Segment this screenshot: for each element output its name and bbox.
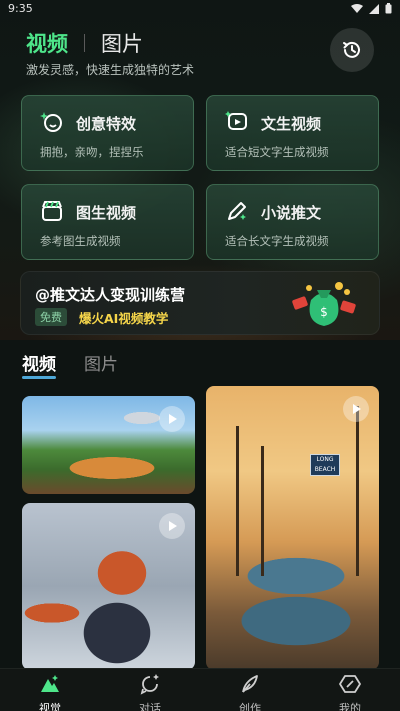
feature-title: 文生视频 <box>261 115 322 133</box>
money-bag-illustration: $ <box>292 282 356 326</box>
header-subtitle: 激发灵感，快速生成独特的艺术 <box>26 63 195 77</box>
gallery-item-car-video[interactable]: LONG BEACH <box>206 386 379 670</box>
status-time: 9:35 <box>8 2 33 15</box>
feature-desc: 拥抱，亲吻，捏捏乐 <box>40 145 144 159</box>
nav-label: 我的 <box>339 702 361 711</box>
wifi-icon <box>351 3 363 13</box>
gallery-item-red-panda-video[interactable] <box>22 503 195 670</box>
nav-item-chat[interactable]: 对话 <box>120 673 180 711</box>
feature-title: 图生视频 <box>76 204 137 222</box>
history-button[interactable] <box>330 28 374 72</box>
palm-tree <box>236 426 239 576</box>
palm-tree <box>261 446 264 576</box>
feature-desc: 适合长文字生成视频 <box>225 234 329 248</box>
play-icon[interactable] <box>159 406 185 432</box>
feature-card-text-to-video[interactable]: 文生视频 适合短文字生成视频 <box>206 95 379 171</box>
active-tab-indicator <box>22 376 56 379</box>
utility-pole <box>356 406 359 576</box>
feature-card-creative-effects[interactable]: 创意特效 拥抱，亲吻，捏捏乐 <box>21 95 194 171</box>
content-tabs: 视频 图片 <box>22 350 118 375</box>
feature-card-novel-tweet[interactable]: 小说推文 适合长文字生成视频 <box>206 184 379 260</box>
nav-item-vision[interactable]: 视觉 <box>20 673 80 711</box>
promo-banner[interactable]: @推文达人变现训练营 免费 爆火AI视频教学 $ <box>20 271 380 335</box>
tab-image[interactable]: 图片 <box>101 28 143 58</box>
long-beach-sign: LONG BEACH <box>310 454 340 476</box>
chat-sparkle-icon <box>140 674 159 695</box>
feather-icon <box>242 675 258 693</box>
nav-label: 对话 <box>139 702 161 711</box>
content-tab-video[interactable]: 视频 <box>22 350 56 375</box>
banner-title: @推文达人变现训练营 <box>35 286 186 304</box>
text-video-icon <box>225 111 247 130</box>
history-icon <box>343 41 360 58</box>
feature-desc: 参考图生成视频 <box>40 234 121 248</box>
status-icons <box>351 3 392 14</box>
feature-desc: 适合短文字生成视频 <box>225 145 329 159</box>
banner-subtitle: 爆火AI视频教学 <box>79 311 169 326</box>
hexagon-icon <box>339 675 361 693</box>
content-tab-image[interactable]: 图片 <box>84 350 118 375</box>
feature-title: 创意特效 <box>76 115 137 133</box>
nav-label: 视觉 <box>39 702 61 711</box>
pen-sparkle-icon <box>228 202 246 220</box>
nav-item-profile[interactable]: 我的 <box>320 673 380 711</box>
banner-badge: 免费 <box>35 308 67 326</box>
sparkle-face-icon <box>40 112 62 132</box>
status-bar: 9:35 <box>0 0 400 18</box>
svg-text:$: $ <box>320 305 328 319</box>
tab-video[interactable]: 视频 <box>26 28 68 58</box>
feature-title: 小说推文 <box>261 204 322 222</box>
nav-item-create[interactable]: 创作 <box>220 673 280 711</box>
bottom-navigation: 视觉 对话 创作 我的 <box>0 668 400 711</box>
clapboard-icon <box>42 201 62 221</box>
tab-divider <box>84 34 85 52</box>
header-tabs: 视频 图片 <box>26 28 143 58</box>
feature-card-image-to-video[interactable]: 图生视频 参考图生成视频 <box>21 184 194 260</box>
nav-label: 创作 <box>239 702 261 711</box>
gallery-item-pizza-video[interactable] <box>22 396 195 494</box>
play-icon[interactable] <box>343 396 369 422</box>
mountain-icon <box>41 675 59 692</box>
battery-icon <box>385 3 392 14</box>
cellular-icon <box>369 3 379 14</box>
play-icon[interactable] <box>159 513 185 539</box>
